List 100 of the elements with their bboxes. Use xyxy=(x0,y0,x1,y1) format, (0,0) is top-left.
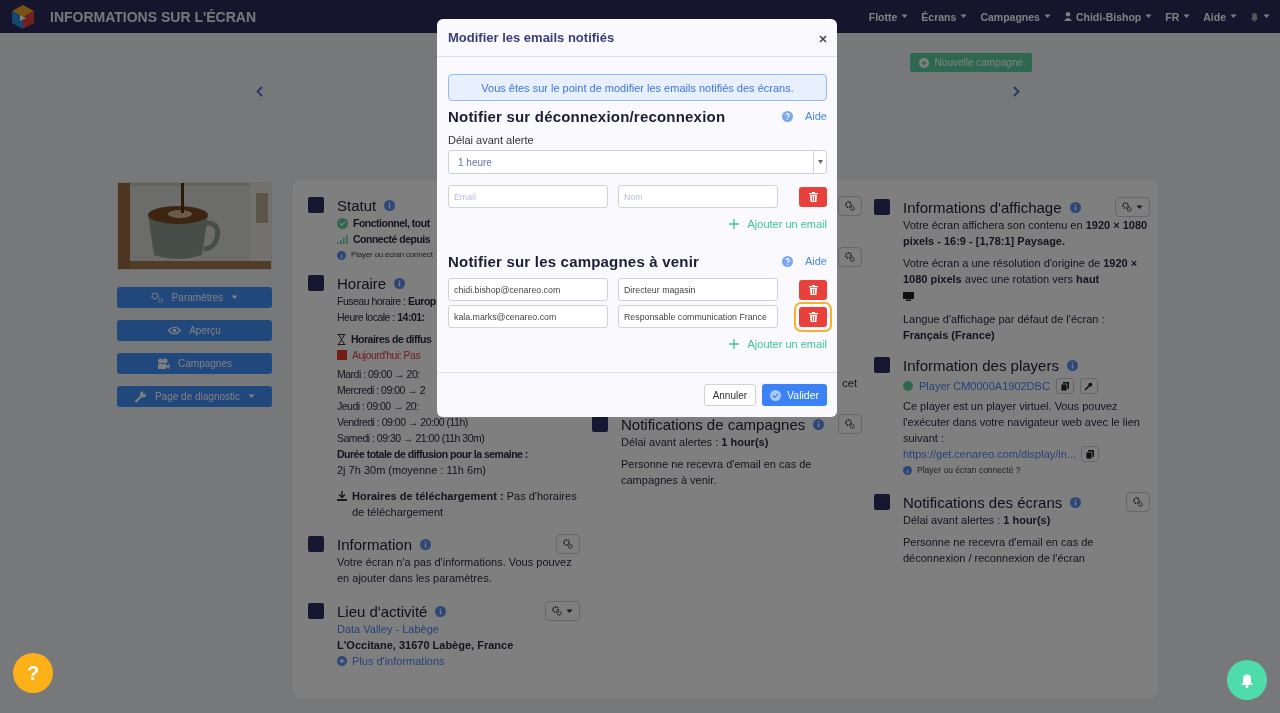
add-email-button[interactable]: Ajouter un email xyxy=(728,338,827,350)
status-text: Fonctionnel, tout xyxy=(353,216,430,231)
delay-select[interactable]: 1 heure xyxy=(448,150,827,174)
help-link[interactable]: Aide xyxy=(781,110,827,122)
copy-button[interactable] xyxy=(1081,446,1100,462)
language-text: Langue d'affichage par défaut de l'écran : Français (France) xyxy=(903,312,1106,343)
status-text: Player ou écran connect xyxy=(351,249,433,261)
plus-circle-icon xyxy=(918,57,929,68)
name-field[interactable]: Directeur magasin xyxy=(618,278,778,301)
section-title: Lieu d'activité xyxy=(337,602,428,620)
delete-button[interactable] xyxy=(799,279,827,300)
help-button[interactable]: ? xyxy=(13,653,53,693)
resolution-text: Votre écran a une résolution d'origine de 1920 × 1080 pixels avec une rotation vers haut xyxy=(903,256,1139,287)
gear-icon xyxy=(1122,202,1132,212)
copy-button[interactable] xyxy=(1055,378,1074,394)
wrench-button[interactable] xyxy=(1079,378,1098,394)
section-title: Information des players xyxy=(903,356,1059,374)
delete-button[interactable] xyxy=(799,186,827,207)
notifications-menu[interactable] xyxy=(1250,11,1270,22)
sidebar-button[interactable]: Page de diagnostic xyxy=(117,386,272,407)
location-link[interactable]: Data Valley - Labège xyxy=(337,621,580,637)
gears-icon xyxy=(150,291,164,304)
day-schedule: Mercredi : 09:00 → 2 xyxy=(337,383,426,398)
help-icon xyxy=(781,255,793,267)
nav-menu[interactable]: Chidi-Bishop xyxy=(1063,10,1153,23)
caret-icon xyxy=(1145,14,1153,19)
logo-icon xyxy=(10,3,36,30)
notification-text: Personne ne recevra d'email en cas de déconnexion / reconnexion de l'écran xyxy=(903,535,1095,566)
section-heading: Notifier sur déconnexion/reconnexion xyxy=(448,107,726,125)
gear-icon xyxy=(1133,497,1143,507)
cancel-button[interactable]: Annuler xyxy=(703,384,757,406)
info-alert: Vous êtes sur le point de modifier les emails notifiés des écrans. xyxy=(448,74,827,101)
section-heading: Notifier sur les campagnes à venir xyxy=(448,252,700,270)
modal-title: Modifier les emails notifiés xyxy=(448,30,615,45)
schedule-heading: Horaires de diffus xyxy=(351,332,432,347)
trash-icon xyxy=(808,191,818,202)
total-text: 2j 7h 30m (moyenne : 11h 6m) xyxy=(337,463,487,478)
trash-icon xyxy=(808,284,818,295)
name-field[interactable]: Nom xyxy=(618,185,778,208)
name-field[interactable]: Responsable communication France xyxy=(618,305,778,328)
next-arrow[interactable] xyxy=(1011,84,1022,99)
nav-menu[interactable]: Écrans xyxy=(921,10,968,23)
help-link[interactable]: Aide xyxy=(781,255,827,267)
check-circle-icon xyxy=(770,389,782,401)
caret-icon xyxy=(1136,204,1143,210)
nav-menu[interactable]: Campagnes xyxy=(980,10,1051,23)
check-circle-icon xyxy=(337,217,348,229)
delay-text: Délai avant alertes : 1 hour(s) xyxy=(621,435,770,450)
hourglass-icon xyxy=(337,333,346,345)
previous-arrow[interactable] xyxy=(254,84,265,99)
settings-button[interactable] xyxy=(838,196,862,216)
settings-button[interactable] xyxy=(838,247,862,267)
download-icon xyxy=(337,491,347,501)
sidebar-button[interactable]: Campagnes xyxy=(117,353,272,374)
plus-circle-icon xyxy=(337,656,347,666)
settings-button[interactable] xyxy=(1115,197,1150,217)
settings-button[interactable] xyxy=(545,601,580,621)
status-text: Connecté depuis xyxy=(353,232,431,247)
user-icon xyxy=(1063,12,1072,21)
section-title: Notifications des écrans xyxy=(903,493,1063,511)
stop-icon xyxy=(337,350,347,360)
day-schedule: Mardi : 09:00 → 20: xyxy=(337,367,420,382)
player-link[interactable]: Player CM0000A1902DBC xyxy=(919,378,1050,394)
email-field[interactable]: kala.marks@cenareo.com xyxy=(448,305,608,328)
day-schedule: Jeudi : 09:00 → 20: xyxy=(337,399,419,414)
notification-text: Personne ne recevra d'email en cas de campagnes à venir. xyxy=(621,457,813,488)
notifications-button[interactable] xyxy=(1227,660,1267,700)
more-info-link[interactable]: Plus d'informations xyxy=(352,653,445,669)
plus-icon xyxy=(728,339,739,349)
total-label: Durée totale de diffusion pour la semaine : xyxy=(337,447,528,462)
player-url-link[interactable]: https://get.cenareo.com/display/in... xyxy=(903,446,1077,462)
settings-button[interactable] xyxy=(556,534,580,554)
nav-menu[interactable]: Flotte xyxy=(868,10,909,23)
gear-icon xyxy=(845,419,855,429)
eye-icon xyxy=(168,326,182,335)
gear-icon xyxy=(845,201,855,211)
display-text: Votre écran affichera son contenu en 1920 × 1080 pixels - 16:9 - [1,78:1] Paysage. xyxy=(903,218,1149,249)
caret-icon xyxy=(1183,14,1191,19)
nav-menu[interactable]: Aide xyxy=(1203,10,1237,23)
sidebar-button[interactable]: Aperçu xyxy=(117,320,272,341)
caret-icon xyxy=(566,608,573,614)
gear-icon xyxy=(563,539,573,549)
caret-icon xyxy=(1263,14,1270,19)
local-time-text: Heure locale : 14:01: xyxy=(337,310,425,325)
caret-icon xyxy=(1230,14,1237,19)
day-schedule: Samedi : 09:30 → 21:00 (11h 30m) xyxy=(337,431,485,446)
partial-text: cet xyxy=(842,376,857,391)
nav-menu[interactable]: FR xyxy=(1165,10,1191,23)
settings-button[interactable] xyxy=(1126,492,1150,512)
section-title: Information xyxy=(337,535,413,553)
day-schedule: Vendredi : 09:00 → 20:00 (11h) xyxy=(337,415,468,430)
caret-icon xyxy=(960,14,968,19)
email-field[interactable]: chidi.bishop@cenareo.com xyxy=(448,278,608,301)
copy-icon xyxy=(1086,449,1095,459)
settings-button[interactable] xyxy=(838,414,862,434)
sidebar-button[interactable]: Paramètres xyxy=(117,287,272,308)
timezone-text: Fuseau horaire : Europ xyxy=(337,294,436,309)
email-field[interactable]: Email xyxy=(448,185,608,208)
submit-button[interactable]: Valider xyxy=(762,384,827,406)
add-email-button[interactable]: Ajouter un email xyxy=(728,218,827,230)
